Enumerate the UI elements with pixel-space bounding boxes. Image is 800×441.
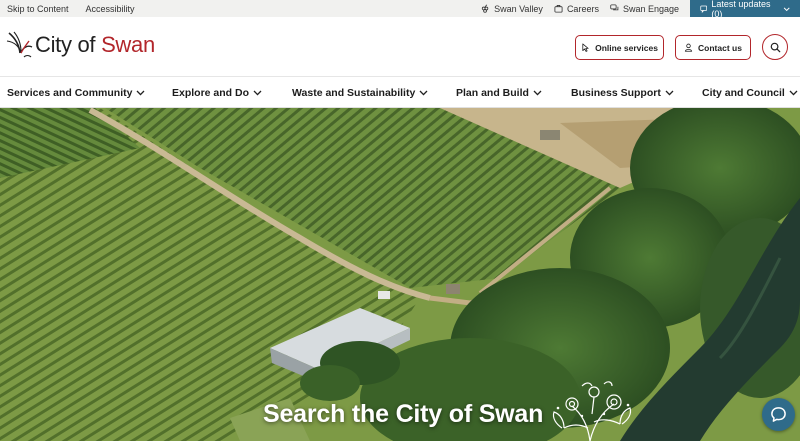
nav-plan-and-build[interactable]: Plan and Build [456,78,542,108]
utility-bar: Skip to Content Accessibility Swan Valle… [0,0,800,19]
grape-icon [481,4,489,13]
cursor-icon [582,43,589,52]
chevron-down-icon [533,90,542,96]
careers-label: Careers [566,3,599,14]
online-services-label: Online services [595,42,658,53]
chevron-down-icon [783,7,790,11]
hero-banner: Search the City of Swan [0,108,800,441]
swan-valley-link[interactable]: Swan Valley [481,4,543,14]
hero-title: Search the City of Swan [263,400,544,428]
nav-label: Services and Community [7,87,133,99]
nav-explore-and-do[interactable]: Explore and Do [172,78,262,108]
logo-city-text: City of [35,32,96,57]
nav-label: Waste and Sustainability [292,87,416,99]
floral-motif-icon [552,381,632,441]
utility-right-links: Swan Valley Careers Swan Engage Latest u… [481,0,800,19]
chevron-down-icon [665,90,674,96]
online-services-button[interactable]: Online services [575,35,664,60]
chevron-down-icon [253,90,262,96]
chat-bubbles-icon [610,4,619,11]
latest-updates-button[interactable]: Latest updates (0) [690,0,800,19]
latest-updates-label: Latest updates (0) [711,0,771,19]
nav-label: Business Support [571,87,661,99]
search-button[interactable] [762,34,788,60]
message-icon [700,5,708,13]
chevron-down-icon [419,90,428,96]
nav-label: City and Council [702,87,785,99]
nav-label: Explore and Do [172,87,250,99]
logo-wordmark: City of Swan [35,32,155,58]
contact-us-button[interactable]: Contact us [675,35,751,60]
chevron-down-icon [137,90,145,96]
chevron-down-icon [789,90,798,96]
nav-services-and-community[interactable]: Services and Community [7,78,145,108]
main-navigation: Services and Community Explore and Do Wa… [0,78,800,108]
search-icon [770,42,780,52]
nav-business-support[interactable]: Business Support [571,78,674,108]
swan-valley-label: Swan Valley [494,3,543,14]
person-icon [684,43,693,52]
accessibility-link[interactable]: Accessibility [86,4,135,14]
swan-logo-icon [6,31,33,58]
logo-swan-text: Swan [101,32,155,57]
briefcase-icon [554,5,563,13]
chat-icon [771,407,786,422]
utility-left-links: Skip to Content Accessibility [0,4,135,14]
swan-engage-link[interactable]: Swan Engage [610,4,679,14]
nav-label: Plan and Build [456,87,529,99]
city-of-swan-logo[interactable]: City of Swan [6,29,155,61]
contact-us-label: Contact us [698,42,742,53]
hero-vineyard-image [0,108,800,441]
swan-engage-label: Swan Engage [622,3,679,14]
site-header: City of Swan Online services Contact us [0,17,800,77]
nav-waste-and-sustainability[interactable]: Waste and Sustainability [292,78,428,108]
skip-to-content-link[interactable]: Skip to Content [7,4,69,14]
careers-link[interactable]: Careers [554,4,599,14]
nav-city-and-council[interactable]: City and Council [702,78,798,108]
chat-button[interactable] [762,398,795,431]
